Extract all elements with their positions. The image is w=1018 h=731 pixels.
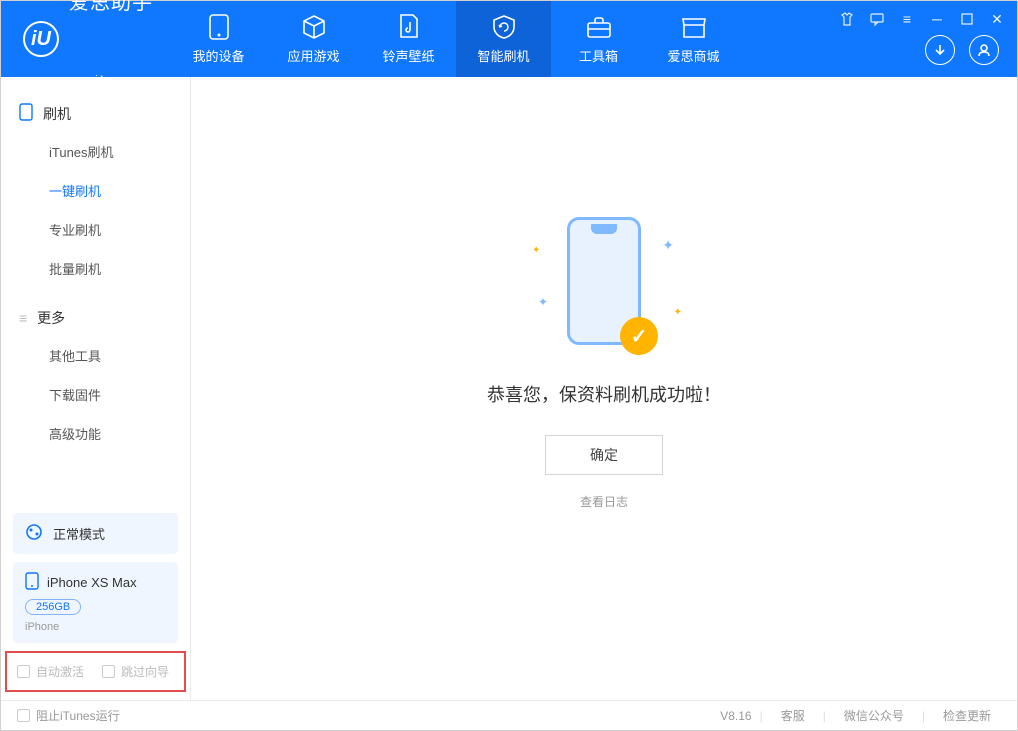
device-panels: 正常模式 iPhone XS Max 256GB iPhone 自动激活 跳过向… bbox=[1, 505, 190, 700]
menu-icon[interactable]: ≡ bbox=[899, 11, 915, 27]
download-button[interactable] bbox=[925, 35, 955, 65]
tab-label: 我的设备 bbox=[192, 46, 244, 65]
success-message: 恭喜您，保资料刷机成功啦！ bbox=[487, 381, 721, 407]
nav-tabs: 我的设备 应用游戏 铃声壁纸 智能刷机 工具箱 爱思商城 bbox=[171, 1, 741, 77]
minimize-button[interactable]: ─ bbox=[929, 11, 945, 27]
tab-ringtones-wallpapers[interactable]: 铃声壁纸 bbox=[361, 1, 456, 77]
mode-card[interactable]: 正常模式 bbox=[13, 513, 178, 554]
checkbox-skip-guide[interactable]: 跳过向导 bbox=[102, 663, 169, 680]
logo-icon: iU bbox=[23, 21, 59, 57]
refresh-shield-icon bbox=[491, 14, 517, 40]
separator: | bbox=[823, 709, 826, 723]
maximize-button[interactable] bbox=[959, 11, 975, 27]
device-icon bbox=[206, 14, 232, 40]
view-log-link[interactable]: 查看日志 bbox=[580, 493, 628, 510]
checkbox-label: 自动激活 bbox=[36, 663, 84, 680]
tab-apps-games[interactable]: 应用游戏 bbox=[266, 1, 361, 77]
support-link[interactable]: 客服 bbox=[771, 707, 815, 724]
checkbox-block-itunes[interactable]: 阻止iTunes运行 bbox=[17, 707, 120, 724]
phone-icon bbox=[19, 103, 33, 124]
sidebar-item-oneclick-flash[interactable]: 一键刷机 bbox=[1, 171, 190, 210]
sidebar-item-itunes-flash[interactable]: iTunes刷机 bbox=[1, 132, 190, 171]
user-button[interactable] bbox=[969, 35, 999, 65]
app-logo: iU 爱思助手 www.i4.cn bbox=[1, 0, 171, 86]
checkbox-icon bbox=[17, 709, 30, 722]
close-button[interactable]: ✕ bbox=[989, 11, 1005, 27]
window-controls: ≡ ─ ✕ bbox=[839, 11, 1005, 27]
tab-label: 应用游戏 bbox=[287, 46, 339, 65]
footer: 阻止iTunes运行 V8.16 | 客服 | 微信公众号 | 检查更新 bbox=[1, 700, 1017, 730]
sparkle-icon: ✦ bbox=[538, 295, 548, 309]
device-type: iPhone bbox=[25, 621, 59, 633]
tab-smart-flash[interactable]: 智能刷机 bbox=[456, 1, 551, 77]
section-title: 更多 bbox=[37, 308, 65, 328]
tab-store[interactable]: 爱思商城 bbox=[646, 1, 741, 77]
sidebar-item-other-tools[interactable]: 其他工具 bbox=[1, 336, 190, 375]
confirm-button[interactable]: 确定 bbox=[545, 435, 663, 475]
footer-right: V8.16 | 客服 | 微信公众号 | 检查更新 bbox=[720, 707, 1001, 724]
tab-my-device[interactable]: 我的设备 bbox=[171, 1, 266, 77]
menu-lines-icon: ≡ bbox=[19, 310, 27, 326]
mode-icon bbox=[25, 523, 43, 544]
sidebar-section-more[interactable]: ≡ 更多 bbox=[1, 300, 190, 336]
checkbox-icon bbox=[17, 665, 30, 678]
sidebar: 刷机 iTunes刷机 一键刷机 专业刷机 批量刷机 ≡ 更多 其他工具 下载固… bbox=[1, 77, 191, 700]
toolbox-icon bbox=[586, 14, 612, 40]
device-name: iPhone XS Max bbox=[47, 575, 137, 590]
check-badge-icon: ✓ bbox=[620, 317, 658, 355]
tab-label: 爱思商城 bbox=[667, 46, 719, 65]
capacity-badge: 256GB bbox=[25, 599, 81, 615]
sidebar-item-download-firmware[interactable]: 下载固件 bbox=[1, 375, 190, 414]
checkbox-auto-activate[interactable]: 自动激活 bbox=[17, 663, 84, 680]
app-header: iU 爱思助手 www.i4.cn 我的设备 应用游戏 铃声壁纸 智能刷机 工具… bbox=[1, 1, 1017, 77]
sidebar-item-pro-flash[interactable]: 专业刷机 bbox=[1, 210, 190, 249]
tab-label: 工具箱 bbox=[579, 46, 618, 65]
mode-label: 正常模式 bbox=[53, 524, 105, 543]
sidebar-item-batch-flash[interactable]: 批量刷机 bbox=[1, 249, 190, 288]
checkbox-label: 跳过向导 bbox=[121, 663, 169, 680]
sparkle-icon: ✦ bbox=[662, 237, 674, 254]
sidebar-section-flash[interactable]: 刷机 bbox=[1, 95, 190, 132]
app-name: 爱思助手 bbox=[69, 0, 153, 74]
main-content: ✓ ✦ ✦ ✦ ✦ 恭喜您，保资料刷机成功啦！ 确定 查看日志 bbox=[191, 77, 1017, 700]
shop-icon bbox=[681, 14, 707, 40]
app-body: 刷机 iTunes刷机 一键刷机 专业刷机 批量刷机 ≡ 更多 其他工具 下载固… bbox=[1, 77, 1017, 700]
flash-options-highlight: 自动激活 跳过向导 bbox=[5, 651, 186, 692]
section-title: 刷机 bbox=[43, 104, 71, 124]
sparkle-icon: ✦ bbox=[674, 307, 682, 318]
footer-left: 阻止iTunes运行 bbox=[17, 707, 120, 724]
cube-icon bbox=[301, 14, 327, 40]
version-label: V8.16 bbox=[720, 709, 751, 723]
sidebar-item-advanced[interactable]: 高级功能 bbox=[1, 414, 190, 453]
device-card[interactable]: iPhone XS Max 256GB iPhone bbox=[13, 562, 178, 643]
header-actions bbox=[925, 35, 999, 65]
checkbox-icon bbox=[102, 665, 115, 678]
feedback-icon[interactable] bbox=[869, 11, 885, 27]
device-phone-icon bbox=[25, 572, 39, 593]
sparkle-icon: ✦ bbox=[532, 245, 540, 256]
shirt-icon[interactable] bbox=[839, 11, 855, 27]
check-update-link[interactable]: 检查更新 bbox=[933, 707, 1001, 724]
separator: | bbox=[760, 709, 763, 723]
logo-text: 爱思助手 www.i4.cn bbox=[69, 0, 153, 86]
music-file-icon bbox=[396, 14, 422, 40]
checkbox-label: 阻止iTunes运行 bbox=[36, 707, 120, 724]
wechat-link[interactable]: 微信公众号 bbox=[834, 707, 914, 724]
separator: | bbox=[922, 709, 925, 723]
tab-toolbox[interactable]: 工具箱 bbox=[551, 1, 646, 77]
tab-label: 铃声壁纸 bbox=[382, 46, 434, 65]
success-illustration: ✓ ✦ ✦ ✦ ✦ bbox=[514, 207, 694, 357]
tab-label: 智能刷机 bbox=[477, 46, 529, 65]
